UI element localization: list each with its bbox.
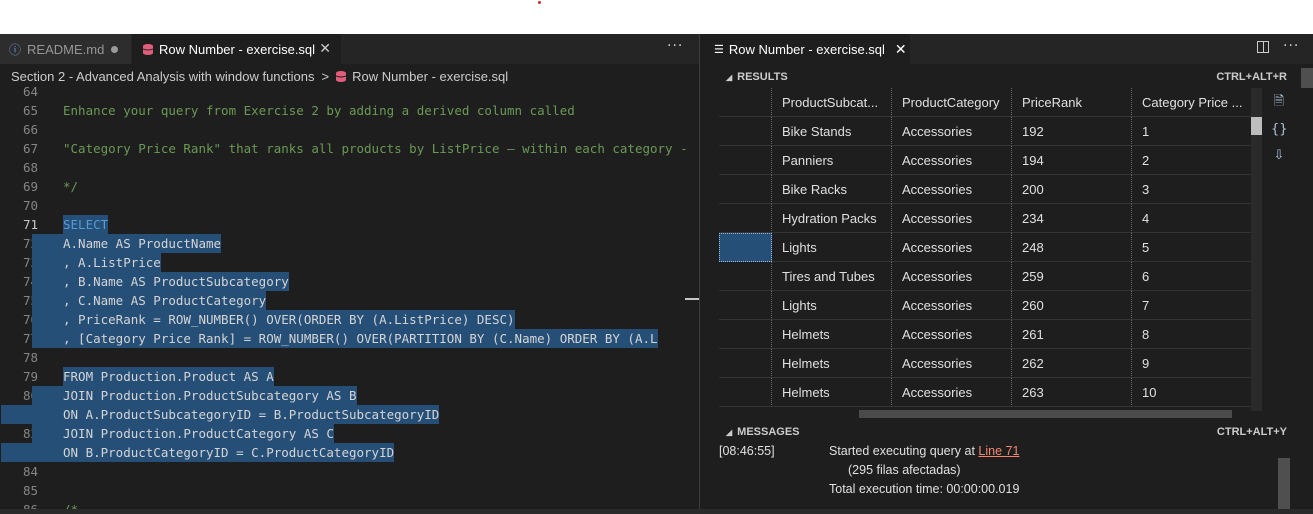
table-row[interactable]: Helmets Accessories 263 10 [719, 378, 1251, 407]
table-row[interactable]: Hydration Packs Accessories 234 4 [719, 204, 1251, 233]
messages-scrollbar-thumb[interactable] [1278, 458, 1290, 510]
results-tab-bar: ☰ Row Number - exercise.sql ✕ ··· [700, 34, 1313, 64]
code-line: 72 A.Name AS ProductName [22, 234, 222, 253]
more-actions-icon[interactable]: ··· [667, 38, 683, 54]
row-selector[interactable] [719, 175, 772, 204]
code-line: 83ON B.ProductCategoryID = C.ProductCate… [0, 443, 699, 462]
tab-readme-label: README.md [27, 41, 105, 57]
code-line: 78 [22, 350, 38, 365]
row-selector[interactable] [719, 204, 772, 233]
row-selector[interactable] [719, 262, 772, 291]
code-line: 82 JOIN Production.ProductCategory AS C [22, 424, 334, 443]
row-selector[interactable] [719, 349, 772, 378]
message-started: Started executing query at Line 71 [829, 444, 1020, 458]
code-line-active: 71 SELECT [22, 215, 109, 234]
messages-section-header[interactable]: ◢ MESSAGES CTRL+ALT+Y [719, 422, 1289, 442]
row-selector-selected[interactable] [719, 233, 772, 262]
table-row[interactable]: Bike Racks Accessories 200 3 [719, 175, 1251, 204]
grid-horizontal-scrollbar-thumb[interactable] [859, 410, 1232, 418]
tab-results-row-number[interactable]: ☰ Row Number - exercise.sql ✕ [700, 34, 910, 64]
code-line: 85 [22, 483, 38, 498]
results-grid[interactable]: ProductSubcat... ProductCategory PriceRa… [719, 88, 1251, 411]
close-icon[interactable]: ✕ [895, 41, 907, 58]
table-row[interactable]: Lights Accessories 248 5 [719, 233, 1251, 262]
more-actions-icon[interactable]: ··· [1283, 38, 1299, 54]
row-selector[interactable] [719, 291, 772, 320]
table-row[interactable]: Helmets Accessories 261 8 [719, 320, 1251, 349]
window-top-margin [0, 0, 1313, 34]
overview-ruler-marker [685, 298, 699, 300]
modified-dot-icon[interactable] [111, 46, 118, 53]
code-line: 80 JOIN Production.ProductSubcategory AS … [22, 386, 357, 405]
column-header[interactable]: Category Price ... [1132, 88, 1251, 117]
table-row[interactable]: Lights Accessories 260 7 [719, 291, 1251, 320]
line-link[interactable]: Line 71 [978, 444, 1019, 458]
code-line: 77, [Category Price Rank] = ROW_NUMBER()… [22, 329, 658, 348]
save-as-csv-icon[interactable]: 🗎 [1271, 94, 1287, 110]
sql-editor-pane: ⓘ README.md Row Number - exercise.sql ✕ … [0, 34, 699, 514]
close-icon[interactable]: ✕ [319, 40, 331, 57]
save-as-json-icon[interactable]: {} [1271, 122, 1288, 138]
code-line: 76, PriceRank = ROW_NUMBER() OVER(ORDER … [22, 310, 515, 329]
collapse-triangle-icon: ◢ [726, 427, 733, 437]
code-line: 75, C.Name AS ProductCategory [22, 291, 267, 310]
code-line: 74, B.Name AS ProductSubcategory [22, 272, 289, 291]
code-line: 64 [22, 84, 38, 99]
table-row[interactable]: Bike Stands Accessories 192 1 [719, 117, 1251, 146]
column-header[interactable]: ProductSubcat... [772, 88, 892, 117]
row-selector[interactable] [719, 378, 772, 407]
grid-vertical-scrollbar-thumb[interactable] [1251, 117, 1262, 135]
code-line: 68 [22, 160, 38, 175]
code-line: 65 Enhance your query from Exercise 2 by … [22, 103, 575, 118]
results-tab-label: Row Number - exercise.sql [728, 41, 885, 57]
row-selector[interactable] [719, 117, 772, 146]
message-timestamp: [08:46:55] [719, 444, 775, 458]
code-line: 70 [22, 198, 38, 213]
code-line: 73, A.ListPrice [22, 253, 161, 272]
code-line: 66 [22, 122, 38, 137]
results-section-header[interactable]: ◢ RESULTS CTRL+ALT+R [719, 67, 1289, 87]
row-selector[interactable] [719, 320, 772, 349]
panel-scrollbar-thumb[interactable] [1301, 68, 1313, 88]
code-area[interactable]: 64 65 Enhance your query from Exercise 2 … [0, 84, 699, 514]
save-as-excel-icon[interactable]: ⇩ [1271, 148, 1287, 164]
database-icon [336, 70, 347, 82]
code-line: 67 "Category Price Rank" that ranks all p… [22, 141, 688, 156]
row-number-header [719, 88, 772, 117]
code-line: 79 FROM Production.Product AS A [22, 367, 274, 386]
tab-readme[interactable]: ⓘ README.md [0, 34, 131, 64]
editor-tab-bar: ⓘ README.md Row Number - exercise.sql ✕ … [0, 34, 699, 64]
column-header[interactable]: ProductCategory [892, 88, 1012, 117]
collapse-triangle-icon: ◢ [726, 72, 733, 82]
column-header[interactable]: PriceRank [1012, 88, 1132, 117]
tab-row-number-exercise[interactable]: Row Number - exercise.sql ✕ [132, 34, 341, 64]
results-grid-header: ProductSubcat... ProductCategory PriceRa… [719, 88, 1251, 117]
code-line: 84 [22, 464, 38, 479]
grid-vertical-scroll-track[interactable] [1251, 88, 1262, 411]
query-results-pane: ☰ Row Number - exercise.sql ✕ ··· ◢ RESU… [700, 34, 1313, 514]
split-editor-icon[interactable] [1257, 41, 1269, 53]
database-icon [143, 43, 153, 55]
code-line: 69 */ [22, 179, 79, 194]
bottom-edge [0, 509, 1313, 514]
tab-row-number-label: Row Number - exercise.sql [159, 41, 316, 57]
table-row[interactable]: Helmets Accessories 262 9 [719, 349, 1251, 378]
table-row[interactable]: Tires and Tubes Accessories 259 6 [719, 262, 1251, 291]
table-row[interactable]: Panniers Accessories 194 2 [719, 146, 1251, 175]
message-execution-time: Total execution time: 00:00:00.019 [829, 482, 1020, 496]
message-rows-affected: (295 filas afectadas) [848, 463, 961, 477]
list-icon: ☰ [714, 43, 724, 56]
code-line: 81ON A.ProductSubcategoryID = B.ProductS… [0, 405, 699, 424]
red-dot-indicator [538, 1, 541, 4]
info-icon: ⓘ [9, 42, 22, 57]
row-selector[interactable] [719, 146, 772, 175]
